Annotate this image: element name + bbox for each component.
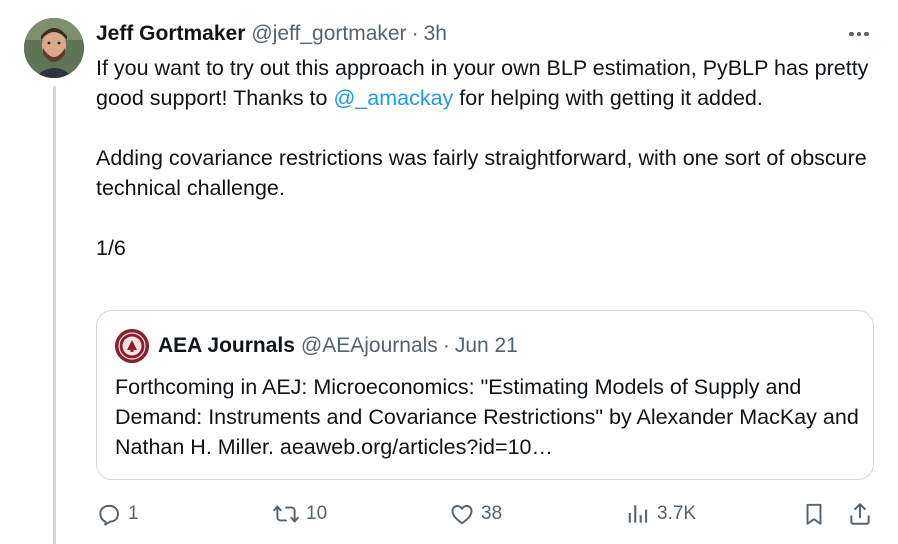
retweet-icon xyxy=(273,505,299,523)
share-button[interactable] xyxy=(847,498,873,530)
header-separator: · xyxy=(411,22,419,45)
heart-icon xyxy=(451,505,473,525)
tweet-time[interactable]: 3h xyxy=(424,22,447,46)
like-button[interactable]: 38 xyxy=(449,498,502,530)
quoted-tweet[interactable]: AEA Journals @AEAjournals · Jun 21 Forth… xyxy=(96,310,874,480)
more-dot xyxy=(864,31,869,37)
more-dot xyxy=(856,31,862,37)
reply-count: 1 xyxy=(128,503,139,524)
analytics-icon xyxy=(628,505,648,523)
retweet-count: 10 xyxy=(306,503,328,524)
retweet-button[interactable]: 10 xyxy=(272,498,327,530)
quoted-header: AEA Journals @AEAjournals · Jun 21 xyxy=(158,332,518,360)
reply-icon xyxy=(99,504,119,526)
share-icon xyxy=(850,503,870,525)
more-options-button[interactable] xyxy=(844,22,874,46)
tweet-paragraph-2: Adding covariance restrictions was fairl… xyxy=(96,146,867,200)
more-dots-icon xyxy=(849,31,854,37)
author-avatar[interactable] xyxy=(24,18,84,78)
views-count: 3.7K xyxy=(657,503,697,524)
mention-link[interactable]: @_amackay xyxy=(333,86,453,110)
quoted-separator: · xyxy=(442,334,450,357)
views-button[interactable]: 3.7K xyxy=(625,498,696,530)
quoted-author-avatar[interactable] xyxy=(115,329,149,363)
aea-seal-icon xyxy=(115,329,149,363)
tweet-paragraph-3: 1/6 xyxy=(96,236,126,260)
tweet-text-part: for helping with getting it added. xyxy=(453,86,763,110)
tweet-text: If you want to try out this approach in … xyxy=(96,53,876,263)
quoted-author-name[interactable]: AEA Journals xyxy=(158,334,295,358)
author-handle[interactable]: @jeff_gortmaker xyxy=(251,22,406,46)
quoted-text: Forthcoming in AEJ: Microeconomics: "Est… xyxy=(115,375,859,459)
quoted-date[interactable]: Jun 21 xyxy=(455,334,518,358)
reply-button[interactable]: 1 xyxy=(96,498,139,530)
action-bar: 1 10 38 3.7K xyxy=(0,498,898,530)
bookmark-icon xyxy=(806,503,822,525)
quoted-author-handle[interactable]: @AEAjournals xyxy=(301,334,438,358)
bookmark-button[interactable] xyxy=(801,498,827,530)
like-count: 38 xyxy=(481,503,503,524)
author-name[interactable]: Jeff Gortmaker xyxy=(96,22,245,46)
tweet-paragraph-1: If you want to try out this approach in … xyxy=(96,53,876,113)
avatar-photo-icon xyxy=(24,18,84,78)
tweet-view: Jeff Gortmaker @jeff_gortmaker · 3h If y… xyxy=(0,0,898,544)
thread-line xyxy=(53,86,56,544)
tweet-header: Jeff Gortmaker @jeff_gortmaker · 3h xyxy=(96,20,447,48)
